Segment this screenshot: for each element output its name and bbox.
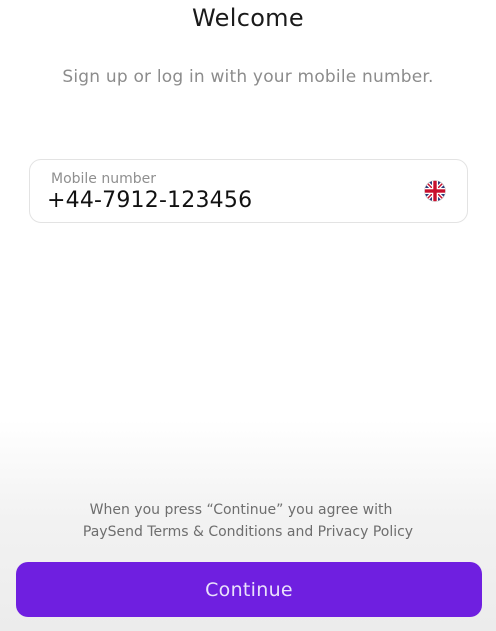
mobile-number-field[interactable]: Mobile number +44-7912-123456 <box>29 159 468 223</box>
page-title: Welcome <box>192 4 304 32</box>
uk-flag-icon[interactable] <box>424 180 446 202</box>
terms-notice: When you press “Continue” you agree with… <box>0 499 496 543</box>
page-subtitle: Sign up or log in with your mobile numbe… <box>62 67 434 87</box>
mobile-number-input[interactable]: +44-7912-123456 <box>47 188 252 213</box>
mobile-number-label: Mobile number <box>51 171 157 187</box>
continue-button[interactable]: Continue <box>16 562 482 617</box>
terms-notice-line-2[interactable]: PaySend Terms & Conditions and Privacy P… <box>0 521 496 543</box>
terms-notice-line-1: When you press “Continue” you agree with <box>89 502 393 518</box>
